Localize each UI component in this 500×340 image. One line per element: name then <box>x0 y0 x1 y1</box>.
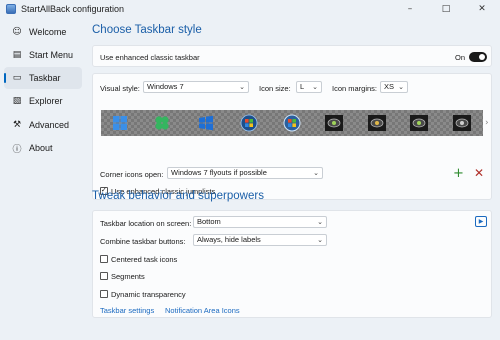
chevron-down-icon: ⌄ <box>312 83 318 91</box>
style-preview-strip <box>101 110 483 136</box>
location-value: Bottom <box>197 217 221 226</box>
smiley-icon: ☺ <box>12 27 22 37</box>
chevron-right-icon[interactable]: › <box>485 118 489 128</box>
chevron-down-icon: ⌄ <box>239 83 245 91</box>
window-title: StartAllBack configuration <box>21 4 125 14</box>
classic-orb-icon[interactable] <box>453 114 471 132</box>
maximize-button[interactable]: □ <box>428 0 464 18</box>
corner-icons-select[interactable]: Windows 7 flyouts if possible ⌄ <box>167 167 323 179</box>
sidebar-item-taskbar[interactable]: ▭ Taskbar <box>4 67 82 89</box>
chevron-down-icon: ⌄ <box>398 83 404 91</box>
taskbar-settings-link[interactable]: Taskbar settings <box>100 306 154 315</box>
sidebar-item-start-menu[interactable]: ▤ Start Menu <box>4 44 82 66</box>
notification-area-icons-link[interactable]: Notification Area Icons <box>165 306 240 315</box>
info-icon: ⓘ <box>12 144 22 155</box>
sidebar-item-welcome[interactable]: ☺ Welcome <box>4 21 82 43</box>
wrench-icon: ⚒ <box>12 120 22 130</box>
play-icon[interactable]: ▶ <box>475 216 487 227</box>
remove-icon[interactable]: ✕ <box>474 167 484 180</box>
sidebar-item-label: Welcome <box>29 27 67 37</box>
folder-icon: ▧ <box>12 96 22 106</box>
classic-orb-icon[interactable] <box>325 114 343 132</box>
close-button[interactable]: ✕ <box>464 0 500 18</box>
sidebar-item-label: Explorer <box>29 96 63 106</box>
chevron-down-icon: ⌄ <box>317 218 323 226</box>
segments-label: Segments <box>111 272 145 281</box>
sidebar-item-label: Start Menu <box>29 50 74 60</box>
title-bar: StartAllBack configuration – □ ✕ <box>0 0 500 18</box>
enhanced-classic-card: Use enhanced classic taskbar On <box>92 45 492 67</box>
section-heading-taskbar-style: Choose Taskbar style <box>92 24 202 36</box>
classic-orb-icon[interactable] <box>410 114 428 132</box>
icon-margins-label: Icon margins: <box>332 84 378 93</box>
toggle-state-label: On <box>455 53 466 62</box>
windows-vista-orb-icon[interactable] <box>283 114 301 132</box>
enhanced-classic-toggle[interactable] <box>469 52 487 62</box>
location-select[interactable]: Bottom ⌄ <box>193 216 327 228</box>
combine-value: Always, hide labels <box>197 235 261 244</box>
dynamic-transparency-checkbox[interactable] <box>100 290 108 298</box>
tweaks-card: Taskbar location on screen: Bottom ⌄ ▶ Co… <box>92 210 492 318</box>
sidebar: ☺ Welcome ▤ Start Menu ▭ Taskbar ▧ Explo… <box>0 18 84 340</box>
classic-orb-icon[interactable] <box>368 114 386 132</box>
icon-size-select[interactable]: L ⌄ <box>296 81 322 93</box>
sidebar-item-explorer[interactable]: ▧ Explorer <box>4 90 82 112</box>
visual-style-card: Visual style: Windows 7 ⌄ Icon size: L ⌄ I… <box>92 73 492 200</box>
dynamic-transparency-label: Dynamic transparency <box>111 290 186 299</box>
icon-margins-value: XS <box>384 82 395 91</box>
centered-icons-checkbox[interactable] <box>100 255 108 263</box>
sidebar-item-advanced[interactable]: ⚒ Advanced <box>4 114 82 136</box>
centered-icons-label: Centered task icons <box>111 255 178 264</box>
main-panel: Choose Taskbar style Use enhanced classi… <box>92 18 492 340</box>
location-label: Taskbar location on screen: <box>100 219 192 228</box>
enhanced-classic-label: Use enhanced classic taskbar <box>100 53 200 62</box>
sidebar-item-label: Taskbar <box>29 73 61 83</box>
visual-style-label: Visual style: <box>100 84 140 93</box>
icon-size-label: Icon size: <box>259 84 291 93</box>
combine-label: Combine taskbar buttons: <box>100 237 186 246</box>
windows-10-clover-start-icon[interactable] <box>153 114 171 132</box>
section-heading-tweaks: Tweak behavior and superpowers <box>92 190 264 202</box>
minimize-button[interactable]: – <box>392 0 428 18</box>
windows-7-orb-icon[interactable] <box>240 114 258 132</box>
add-icon[interactable]: + <box>453 167 464 180</box>
window-controls: – □ ✕ <box>392 0 500 18</box>
combine-select[interactable]: Always, hide labels ⌄ <box>193 234 327 246</box>
sidebar-item-label: About <box>29 143 53 153</box>
visual-style-value: Windows 7 <box>147 82 184 91</box>
visual-style-select[interactable]: Windows 7 ⌄ <box>143 81 249 93</box>
corner-icons-label: Corner icons open: <box>100 170 164 179</box>
segments-checkbox[interactable] <box>100 272 108 280</box>
chevron-down-icon: ⌄ <box>317 236 323 244</box>
sidebar-item-about[interactable]: ⓘ About <box>4 137 82 159</box>
icon-size-value: L <box>300 82 305 91</box>
start-menu-icon: ▤ <box>12 50 22 60</box>
windows-10-start-icon[interactable] <box>197 114 215 132</box>
icon-margins-select[interactable]: XS ⌄ <box>380 81 408 93</box>
app-icon <box>6 4 16 14</box>
windows-11-start-icon[interactable] <box>111 114 129 132</box>
taskbar-icon: ▭ <box>12 73 22 83</box>
chevron-down-icon: ⌄ <box>313 169 319 177</box>
corner-icons-value: Windows 7 flyouts if possible <box>171 168 267 177</box>
sidebar-item-label: Advanced <box>29 120 70 130</box>
